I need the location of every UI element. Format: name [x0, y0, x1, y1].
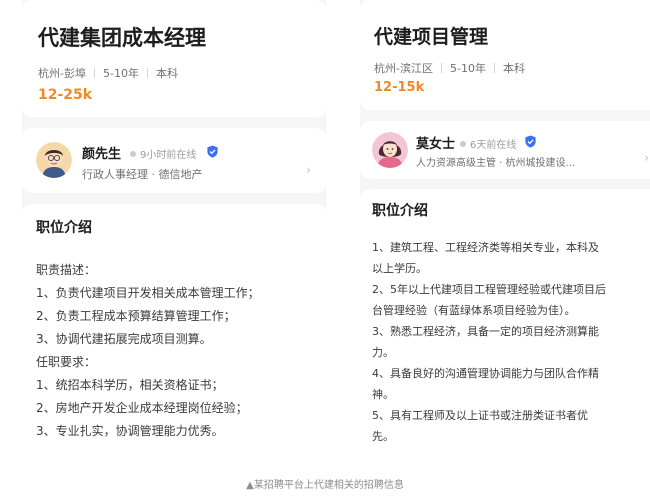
description-line: 3、协调代建拓展完成项目测算。 — [36, 332, 212, 346]
online-dot — [460, 140, 466, 147]
description-line: 1、建筑工程、工程经济类等相关专业，本科及 — [372, 241, 599, 254]
job-column-left: 代建集团成本经理 杭州-彭埠 5-10年 本科 12-25k 颜先生 9小时前在… — [22, 0, 326, 448]
verified-badge-icon — [525, 135, 536, 148]
description-line: 以上学历。 — [372, 262, 427, 275]
description-line: 3、专业扎实，协调管理能力优秀。 — [36, 424, 224, 438]
job-location: 杭州-滨江区 — [374, 62, 433, 75]
description-line: 台管理经验（有蓝绿体系项目经验为佳）。 — [372, 304, 576, 317]
recruiter-subtitle: 行政人事经理 · 德信地产 — [82, 168, 203, 181]
section-title: 职位介绍 — [372, 203, 428, 219]
image-caption: ▲某招聘平台上代建相关的招聘信息 — [246, 480, 404, 491]
avatar-female-icon — [372, 132, 408, 168]
job-experience: 5-10年 — [102, 67, 139, 80]
meta-divider — [93, 68, 95, 78]
job-education: 本科 — [502, 62, 525, 75]
meta-divider — [493, 63, 495, 73]
job-meta: 杭州-彭埠 5-10年 本科 — [38, 65, 178, 81]
online-status-text: 6天前在线 — [470, 140, 517, 151]
meta-divider — [146, 68, 148, 78]
job-salary: 12-25k — [38, 87, 93, 103]
description-line: 1、统招本科学历，相关资格证书； — [36, 378, 224, 392]
avatar-male-icon — [36, 142, 72, 178]
description-line: 3、熟悉工程经济，具备一定的项目经济测算能 — [372, 325, 599, 338]
description-line: 力。 — [372, 346, 394, 359]
description-line: 2、房地产开发企业成本经理岗位经验； — [36, 401, 248, 415]
online-dot — [130, 150, 136, 157]
recruiter-name: 莫女士 — [416, 137, 456, 152]
job-education: 本科 — [155, 67, 178, 80]
description-line: 1、负责代建项目开发相关成本管理工作； — [36, 286, 260, 300]
recruiter-subtitle: 人力资源高级主管 · 杭州城投建设... — [416, 158, 576, 169]
online-status-text: 9小时前在线 — [140, 150, 197, 161]
online-status: 9小时前在线 — [130, 146, 196, 161]
job-meta: 杭州-滨江区 5-10年 本科 — [374, 60, 525, 76]
description-line: 2、负责工程成本预算结算管理工作； — [36, 309, 236, 323]
description-line: 5、具有工程师及以上证书或注册类证书者优 — [372, 409, 588, 422]
job-description-card: 职位介绍 1、建筑工程、工程经济类等相关专业，本科及 以上学历。 2、5年以上代… — [360, 189, 650, 448]
description-line: 先。 — [372, 430, 394, 443]
recruiter-card[interactable]: 莫女士 6天前在线 人力资源高级主管 · 杭州城投建设... › — [360, 121, 650, 179]
verified-badge-icon — [207, 145, 218, 158]
job-location: 杭州-彭埠 — [38, 67, 86, 80]
online-status: 6天前在线 — [460, 136, 516, 151]
recruiter-card[interactable]: 颜先生 9小时前在线 行政人事经理 · 德信地产 › — [22, 128, 326, 193]
section-title: 职位介绍 — [36, 220, 92, 236]
description-line: 2、5年以上代建项目工程管理经验或代建项目后 — [372, 283, 606, 296]
job-description-card: 职位介绍 职责描述： 1、负责代建项目开发相关成本管理工作； 2、负责工程成本预… — [22, 204, 326, 448]
description-line: 神。 — [372, 388, 394, 401]
job-header-card: 代建集团成本经理 杭州-彭埠 5-10年 本科 12-25k — [22, 0, 326, 117]
job-experience: 5-10年 — [449, 62, 486, 75]
job-column-right: 代建项目管理 杭州-滨江区 5-10年 本科 12-15k 莫女士 6天前在线 … — [360, 0, 650, 448]
recruiter-name: 颜先生 — [82, 147, 122, 162]
job-title: 代建项目管理 — [374, 26, 489, 48]
job-title: 代建集团成本经理 — [38, 26, 206, 50]
chevron-right-icon: › — [644, 151, 650, 166]
job-salary: 12-15k — [374, 80, 425, 95]
description-line: 任职要求： — [36, 355, 97, 369]
chevron-right-icon: › — [306, 163, 312, 178]
description-line: 职责描述： — [36, 263, 97, 277]
job-header-card: 代建项目管理 杭州-滨江区 5-10年 本科 12-15k — [360, 0, 650, 110]
meta-divider — [440, 63, 442, 73]
description-line: 4、具备良好的沟通管理协调能力与团队合作精 — [372, 367, 599, 380]
